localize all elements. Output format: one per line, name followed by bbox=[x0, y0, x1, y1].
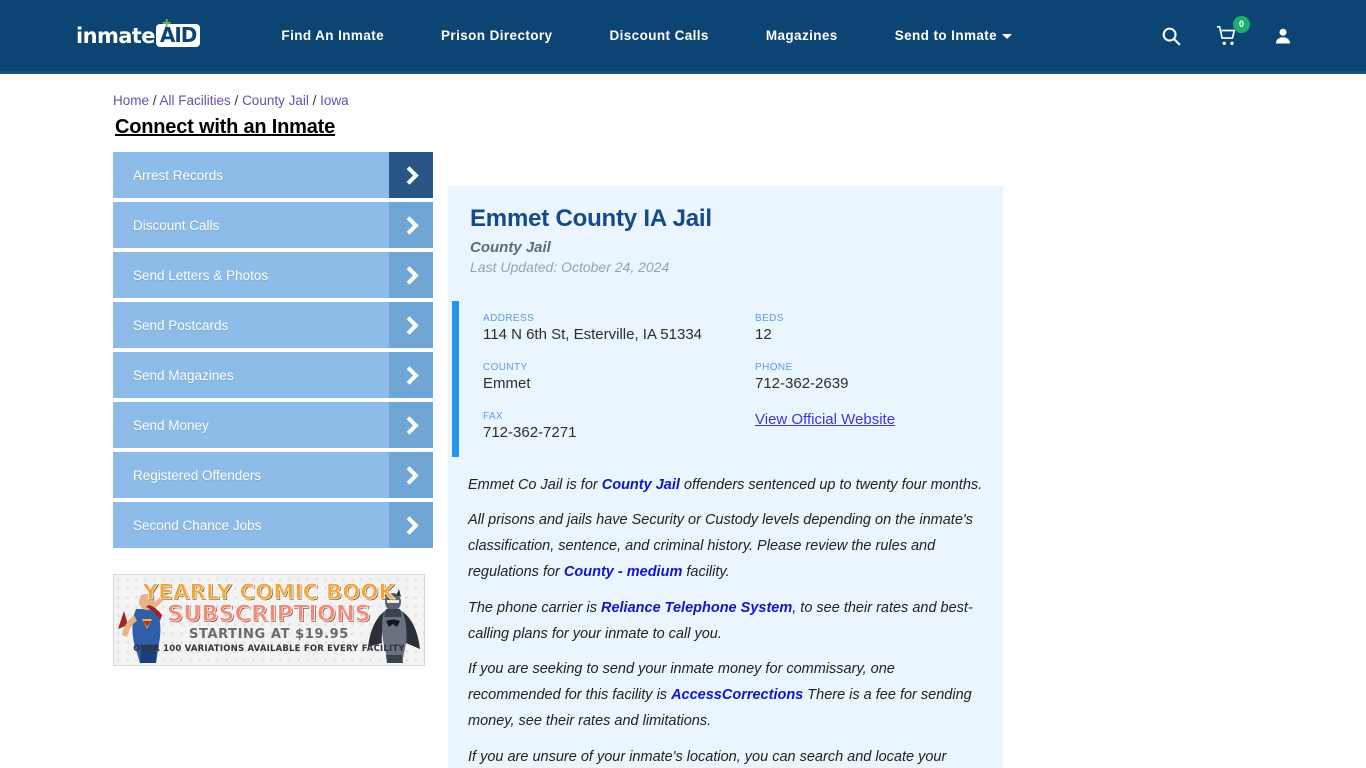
site-header: inmate + AID Find An Inmate Prison Direc… bbox=[0, 0, 1366, 74]
nav-item-magazines[interactable]: Magazines bbox=[766, 28, 838, 43]
ad-headline-2: SUBSCRIPTIONS bbox=[167, 602, 371, 628]
description-paragraph-4: If you are seeking to send your inmate m… bbox=[468, 657, 989, 734]
nav-item-send-to-inmate[interactable]: Send to Inmate bbox=[894, 28, 1013, 43]
sidebar-item-label: Arrest Records bbox=[133, 167, 224, 183]
facility-info-box: ADDRESS 114 N 6th St, Esterville, IA 513… bbox=[452, 301, 1003, 457]
logo-word: inmate bbox=[76, 23, 155, 48]
breadcrumb-separator: / bbox=[308, 93, 321, 108]
user-icon[interactable] bbox=[1270, 23, 1296, 49]
cart-count-badge: 0 bbox=[1233, 15, 1250, 33]
breadcrumb-item-iowa[interactable]: Iowa bbox=[320, 93, 349, 108]
breadcrumb: Home / All Facilities / County Jail / Io… bbox=[113, 93, 440, 108]
nav-item-discount-calls[interactable]: Discount Calls bbox=[609, 28, 708, 43]
sidebar-item-send-magazines[interactable]: Send Magazines bbox=[113, 352, 433, 398]
sidebar: Home / All Facilities / County Jail / Io… bbox=[0, 74, 440, 666]
breadcrumb-separator: / bbox=[230, 93, 243, 108]
paragraph-5-text-a: If you are unsure of your inmate's locat… bbox=[468, 748, 947, 765]
search-icon[interactable] bbox=[1158, 23, 1184, 49]
sidebar-item-discount-calls[interactable]: Discount Calls bbox=[113, 202, 433, 248]
sidebar-item-send-letters-photos[interactable]: Send Letters & Photos bbox=[113, 252, 433, 298]
chevron-down-icon bbox=[1002, 33, 1013, 39]
description-paragraph-5: If you are unsure of your inmate's locat… bbox=[468, 745, 989, 768]
facility-info-left-column: ADDRESS 114 N 6th St, Esterville, IA 513… bbox=[459, 313, 731, 443]
county-label: COUNTY bbox=[483, 362, 528, 374]
facility-info-right-column: BEDS 12 PHONE 712-362-2639 View Official… bbox=[731, 313, 1003, 443]
description-paragraph-1: Emmet Co Jail is for County Jail offende… bbox=[468, 473, 989, 499]
sidebar-item-second-chance-jobs[interactable]: Second Chance Jobs bbox=[113, 502, 433, 548]
ad-price-text: STARTING AT $19.95 bbox=[189, 627, 349, 642]
chevron-right-icon bbox=[389, 202, 433, 248]
chevron-right-icon bbox=[389, 452, 433, 498]
main-nav: Find An Inmate Prison Directory Discount… bbox=[281, 28, 1013, 43]
header-icon-group: 0 bbox=[1158, 15, 1296, 49]
facility-detail-panel: Emmet County IA Jail County Jail Last Up… bbox=[448, 186, 1003, 768]
sidebar-item-label: Second Chance Jobs bbox=[133, 517, 262, 533]
chevron-right-icon bbox=[389, 152, 433, 198]
address-label: ADDRESS bbox=[483, 313, 535, 324]
sidebar-item-label: Send Magazines bbox=[133, 367, 234, 383]
ad-headline-1: YEARLY COMIC BOOK bbox=[142, 580, 396, 605]
county-value: Emmet bbox=[483, 375, 531, 393]
chevron-right-icon bbox=[389, 352, 433, 398]
sidebar-item-send-postcards[interactable]: Send Postcards bbox=[113, 302, 433, 348]
reliance-telephone-system-link[interactable]: Reliance Telephone System bbox=[601, 600, 792, 616]
page-body: Home / All Facilities / County Jail / Io… bbox=[0, 74, 1366, 768]
nav-item-find-an-inmate[interactable]: Find An Inmate bbox=[281, 28, 384, 43]
county-jail-link[interactable]: County Jail bbox=[602, 477, 680, 493]
description-paragraph-2: All prisons and jails have Security or C… bbox=[468, 508, 989, 585]
breadcrumb-separator: / bbox=[149, 93, 160, 108]
sidebar-item-label: Send Letters & Photos bbox=[133, 267, 269, 283]
sidebar-item-label: Send Money bbox=[133, 417, 209, 433]
logo-plus-icon: + bbox=[162, 14, 172, 32]
phone-label: PHONE bbox=[755, 362, 793, 374]
facility-description: Emmet Co Jail is for County Jail offende… bbox=[448, 457, 1003, 768]
cart-icon[interactable]: 0 bbox=[1214, 15, 1250, 49]
chevron-right-icon bbox=[389, 252, 433, 298]
beds-label: BEDS bbox=[755, 313, 784, 324]
sidebar-item-label: Discount Calls bbox=[133, 217, 220, 233]
page-title: Emmet County IA Jail bbox=[470, 205, 712, 232]
view-official-website-link[interactable]: View Official Website bbox=[755, 411, 1003, 428]
sidebar-item-arrest-records[interactable]: Arrest Records bbox=[113, 152, 433, 198]
sidebar-item-label: Send Postcards bbox=[133, 317, 229, 333]
sidebar-item-registered-offenders[interactable]: Registered Offenders bbox=[113, 452, 433, 498]
breadcrumb-item-county-jail[interactable]: County Jail bbox=[242, 93, 309, 108]
last-updated-text: Last Updated: October 24, 2024 bbox=[470, 259, 670, 275]
paragraph-1-text-a: Emmet Co Jail is for bbox=[468, 476, 602, 493]
fax-value: 712-362-7271 bbox=[483, 424, 577, 442]
address-value: 114 N 6th St, Esterville, IA 51334 bbox=[483, 326, 703, 343]
chevron-right-icon bbox=[389, 302, 433, 348]
nav-item-prison-directory[interactable]: Prison Directory bbox=[441, 28, 552, 43]
site-logo[interactable]: inmate + AID bbox=[76, 15, 201, 51]
access-corrections-link[interactable]: AccessCorrections bbox=[671, 687, 803, 703]
phone-value: 712-362-2639 bbox=[755, 375, 849, 393]
paragraph-1-text-b: offenders sentenced up to twenty four mo… bbox=[679, 476, 983, 493]
facility-type: County Jail bbox=[470, 239, 551, 256]
ad-subtext: OVER 100 VARIATIONS AVAILABLE FOR EVERY … bbox=[133, 644, 405, 654]
paragraph-3-text-a: The phone carrier is bbox=[468, 599, 601, 616]
fax-label: FAX bbox=[483, 411, 504, 423]
sidebar-item-label: Registered Offenders bbox=[133, 467, 262, 483]
breadcrumb-item-home[interactable]: Home bbox=[113, 93, 149, 108]
description-paragraph-3: The phone carrier is Reliance Telephone … bbox=[468, 596, 989, 648]
county-medium-link[interactable]: County - medium bbox=[564, 564, 682, 580]
sidebar-item-send-money[interactable]: Send Money bbox=[113, 402, 433, 448]
chevron-right-icon bbox=[389, 502, 433, 548]
breadcrumb-item-all-facilities[interactable]: All Facilities bbox=[160, 93, 231, 108]
paragraph-2-text-b: facility. bbox=[682, 563, 730, 580]
beds-value: 12 bbox=[755, 326, 772, 343]
nav-item-send-to-inmate-label: Send to Inmate bbox=[894, 28, 998, 43]
ad-banner-comic-book-subscriptions[interactable]: YEARLY COMIC BOOK SUBSCRIPTIONS STARTING… bbox=[113, 574, 425, 666]
chevron-right-icon bbox=[389, 402, 433, 448]
sidebar-title: Connect with an Inmate bbox=[115, 116, 336, 138]
